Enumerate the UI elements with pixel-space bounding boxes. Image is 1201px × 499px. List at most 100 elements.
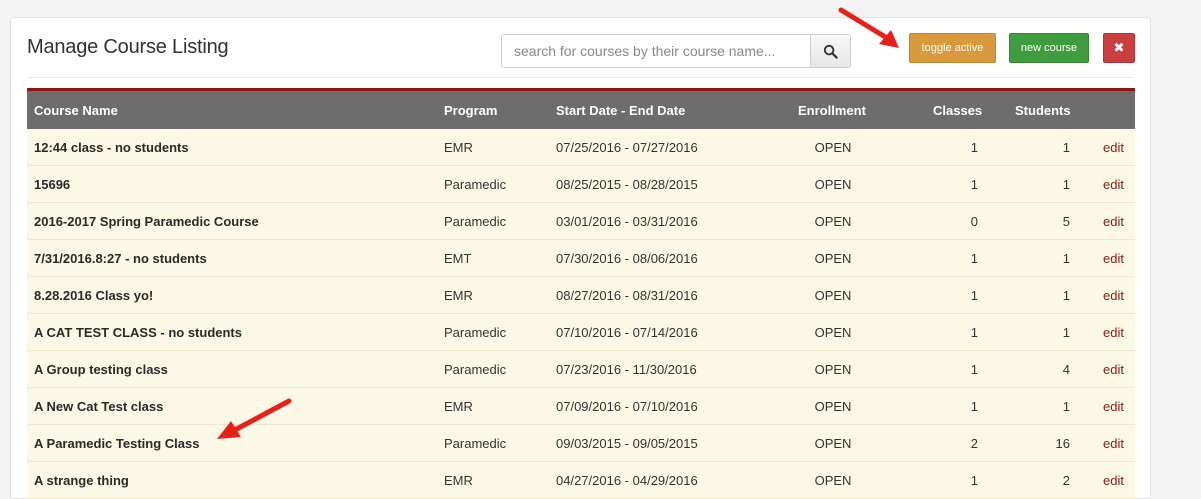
header-divider: [27, 77, 1134, 78]
enrollment-cell: OPEN: [814, 287, 852, 303]
table-row[interactable]: 7/31/2016.8:27 - no students EMT 07/30/201…: [27, 240, 1135, 277]
enrollment-cell: OPEN: [814, 398, 852, 414]
header-enrollment[interactable]: Enrollment: [798, 91, 866, 129]
edit-link[interactable]: edit: [1103, 166, 1124, 202]
course-name-cell: A Paramedic Testing Class: [34, 435, 200, 451]
program-cell: Paramedic: [444, 176, 507, 192]
enrollment-cell: OPEN: [814, 250, 852, 266]
program-cell: Paramedic: [444, 361, 507, 377]
dates-cell: 08/25/2015 - 08/28/2015: [556, 176, 698, 192]
table-row[interactable]: 12:44 class - no students EMR 07/25/2016 -…: [27, 129, 1135, 166]
enrollment-cell: OPEN: [814, 213, 852, 229]
dates-cell: 08/27/2016 - 08/31/2016: [556, 287, 698, 303]
header-course-name[interactable]: Course Name: [34, 91, 118, 129]
enrollment-cell: OPEN: [814, 139, 852, 155]
course-name-cell: A strange thing: [34, 472, 129, 488]
search-input[interactable]: [502, 35, 810, 67]
new-course-button[interactable]: new course: [1009, 33, 1089, 63]
edit-link[interactable]: edit: [1103, 129, 1124, 165]
edit-link[interactable]: edit: [1103, 351, 1124, 387]
students-cell: 1: [1062, 139, 1070, 155]
course-name-cell: A New Cat Test class: [34, 398, 164, 414]
students-cell: 1: [1062, 324, 1070, 340]
classes-cell: 1: [970, 324, 978, 340]
edit-link[interactable]: edit: [1103, 240, 1124, 276]
program-cell: EMT: [444, 250, 472, 266]
close-icon: ✖: [1113, 40, 1125, 55]
dates-cell: 07/10/2016 - 07/14/2016: [556, 324, 698, 340]
page-title: Manage Course Listing: [27, 36, 229, 58]
toggle-active-button[interactable]: toggle active: [909, 33, 996, 63]
dates-cell: 03/01/2016 - 03/31/2016: [556, 213, 698, 229]
students-cell: 2: [1062, 472, 1070, 488]
dates-cell: 04/27/2016 - 04/29/2016: [556, 472, 698, 488]
students-cell: 16: [1055, 435, 1070, 451]
enrollment-cell: OPEN: [814, 176, 852, 192]
search-bar: [501, 34, 851, 68]
table-row[interactable]: A Group testing class Paramedic 07/23/2016…: [27, 351, 1135, 388]
dates-cell: 09/03/2015 - 09/05/2015: [556, 435, 698, 451]
classes-cell: 1: [970, 361, 978, 377]
table-row[interactable]: A strange thing EMR 04/27/2016 - 04/29/201…: [27, 462, 1135, 499]
search-button[interactable]: [810, 35, 850, 67]
program-cell: EMR: [444, 472, 473, 488]
dates-cell: 07/25/2016 - 07/27/2016: [556, 139, 698, 155]
classes-cell: 1: [970, 250, 978, 266]
students-cell: 1: [1062, 398, 1070, 414]
program-cell: EMR: [444, 398, 473, 414]
course-name-cell: A CAT TEST CLASS - no students: [34, 324, 242, 340]
course-name-cell: 8.28.2016 Class yo!: [34, 287, 154, 303]
students-cell: 1: [1062, 287, 1070, 303]
dates-cell: 07/09/2016 - 07/10/2016: [556, 398, 698, 414]
course-name-cell: 2016-2017 Spring Paramedic Course: [34, 213, 259, 229]
table-row[interactable]: 8.28.2016 Class yo! EMR 08/27/2016 - 08/31…: [27, 277, 1135, 314]
header-program[interactable]: Program: [444, 91, 497, 129]
course-listing-panel: Manage Course Listing toggle active new …: [10, 17, 1151, 499]
classes-cell: 1: [970, 139, 978, 155]
dates-cell: 07/30/2016 - 08/06/2016: [556, 250, 698, 266]
program-cell: EMR: [444, 139, 473, 155]
header-classes[interactable]: Classes: [933, 91, 982, 129]
table-header: Course Name Program Start Date - End Dat…: [27, 88, 1135, 129]
classes-cell: 0: [970, 213, 978, 229]
program-cell: Paramedic: [444, 324, 507, 340]
course-name-cell: 15696: [34, 176, 71, 192]
course-name-cell: A Group testing class: [34, 361, 168, 377]
program-cell: Paramedic: [444, 435, 507, 451]
table-body: 12:44 class - no students EMR 07/25/2016 -…: [27, 129, 1135, 499]
dates-cell: 07/23/2016 - 11/30/2016: [556, 361, 697, 377]
enrollment-cell: OPEN: [814, 435, 852, 451]
header-dates[interactable]: Start Date - End Date: [556, 91, 685, 129]
table-row[interactable]: 2016-2017 Spring Paramedic Course Paramed…: [27, 203, 1135, 240]
table-row[interactable]: A CAT TEST CLASS - no students Paramedic 0…: [27, 314, 1135, 351]
classes-cell: 1: [970, 176, 978, 192]
students-cell: 1: [1062, 250, 1070, 266]
edit-link[interactable]: edit: [1103, 388, 1124, 424]
edit-link[interactable]: edit: [1103, 462, 1124, 498]
program-cell: Paramedic: [444, 213, 507, 229]
edit-link[interactable]: edit: [1103, 203, 1124, 239]
students-cell: 5: [1062, 213, 1070, 229]
table-row[interactable]: A New Cat Test class EMR 07/09/2016 - 07/1…: [27, 388, 1135, 425]
classes-cell: 1: [970, 398, 978, 414]
enrollment-cell: OPEN: [814, 472, 852, 488]
table-row[interactable]: 15696 Paramedic 08/25/2015 - 08/28/2015 OPE…: [27, 166, 1135, 203]
course-table: Course Name Program Start Date - End Dat…: [27, 88, 1135, 499]
header-students[interactable]: Students: [1015, 91, 1071, 129]
program-cell: EMR: [444, 287, 473, 303]
edit-link[interactable]: edit: [1103, 425, 1124, 461]
course-name-cell: 12:44 class - no students: [34, 139, 189, 155]
students-cell: 1: [1062, 176, 1070, 192]
close-button[interactable]: ✖: [1103, 33, 1135, 63]
edit-link[interactable]: edit: [1103, 277, 1124, 313]
edit-link[interactable]: edit: [1103, 314, 1124, 350]
search-icon: [823, 44, 838, 59]
classes-cell: 1: [970, 472, 978, 488]
table-row[interactable]: A Paramedic Testing Class Paramedic 09/03/…: [27, 425, 1135, 462]
course-name-cell: 7/31/2016.8:27 - no students: [34, 250, 207, 266]
enrollment-cell: OPEN: [814, 361, 852, 377]
classes-cell: 2: [970, 435, 978, 451]
students-cell: 4: [1062, 361, 1070, 377]
classes-cell: 1: [970, 287, 978, 303]
enrollment-cell: OPEN: [814, 324, 852, 340]
